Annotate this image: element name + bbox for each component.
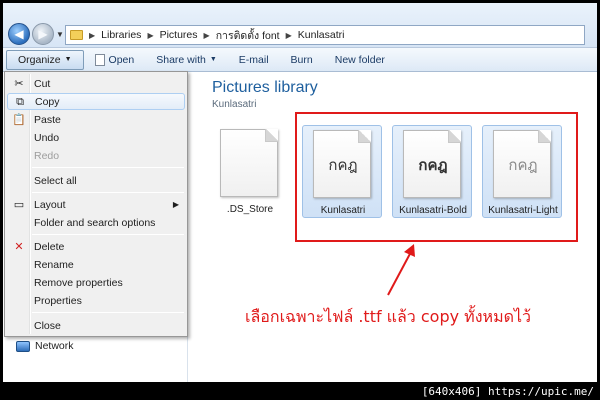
submenu-arrow-icon: ▶ — [172, 200, 179, 209]
menu-item-copy[interactable]: ⧉ Copy — [7, 93, 185, 110]
menu-item-properties[interactable]: Properties — [7, 292, 185, 309]
menu-item-undo[interactable]: Undo — [7, 129, 185, 146]
menu-delete-label: Delete — [34, 240, 65, 253]
layout-icon: ▭ — [13, 199, 25, 211]
clipboard-icon: 📋 — [12, 114, 26, 126]
delete-x-icon: ✕ — [14, 241, 24, 253]
menu-rename-label: Rename — [34, 258, 74, 271]
menu-item-paste[interactable]: 📋 Paste — [7, 111, 185, 128]
menu-item-rename[interactable]: Rename — [7, 256, 185, 273]
scissors-icon: ✂ — [14, 78, 24, 90]
menu-redo-label: Redo — [34, 149, 60, 162]
menu-item-cut[interactable]: ✂ Cut — [7, 75, 185, 92]
menu-separator — [32, 192, 184, 193]
menu-separator — [32, 234, 184, 235]
menu-close-label: Close — [34, 319, 61, 332]
menu-select-all-label: Select all — [34, 174, 77, 187]
menu-layout-label: Layout — [34, 198, 66, 211]
menu-item-close[interactable]: Close — [7, 317, 185, 334]
copy-icon: ⧉ — [16, 96, 24, 108]
menu-properties-label: Properties — [34, 294, 82, 307]
menu-cut-label: Cut — [34, 77, 51, 90]
menu-copy-label: Copy — [35, 95, 60, 108]
menu-item-delete[interactable]: ✕ Delete — [7, 238, 185, 255]
menu-item-select-all[interactable]: Select all — [7, 172, 185, 189]
menu-item-redo: Redo — [7, 147, 185, 164]
menu-item-folder-options[interactable]: Folder and search options — [7, 214, 185, 231]
menu-folder-options-label: Folder and search options — [34, 216, 156, 229]
menu-item-remove-properties[interactable]: Remove properties — [7, 274, 185, 291]
menu-remove-properties-label: Remove properties — [34, 276, 123, 289]
menu-separator — [32, 312, 184, 313]
menu-item-layout[interactable]: ▭ Layout ▶ — [7, 196, 185, 213]
watermark: [640x406] https://upic.me/ — [421, 385, 594, 398]
menu-paste-label: Paste — [34, 113, 61, 126]
annotation-text: เลือกเฉพาะไฟล์ .ttf แล้ว copy ทั้งหมดไว้ — [245, 307, 532, 326]
organize-menu: ✂ Cut ⧉ Copy 📋 Paste Undo Redo Select al… — [4, 71, 188, 337]
menu-undo-label: Undo — [34, 131, 60, 144]
menu-separator — [32, 167, 184, 168]
